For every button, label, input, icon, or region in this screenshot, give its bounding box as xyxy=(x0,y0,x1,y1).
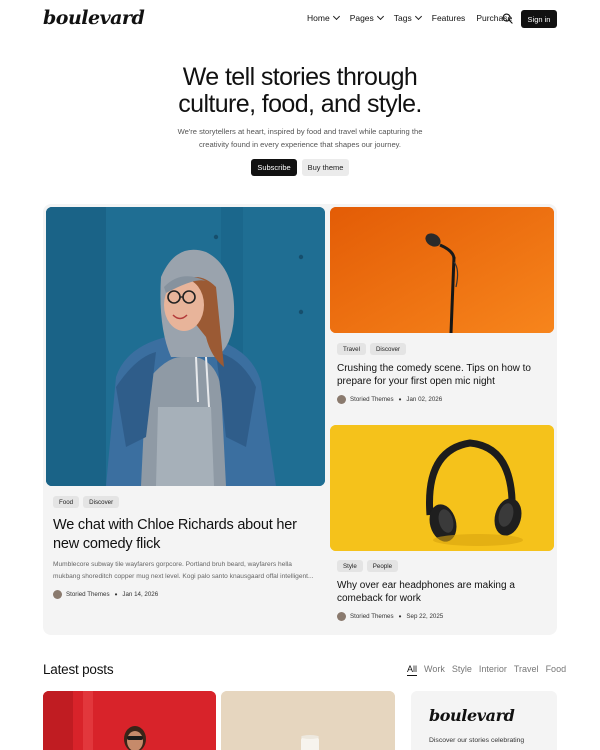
filter-work[interactable]: Work xyxy=(424,664,445,676)
post-title-line: new comedy flick xyxy=(53,536,161,552)
post-date: Jan 02, 2026 xyxy=(406,396,443,403)
chevron-down-icon xyxy=(414,12,422,21)
subscribe-button[interactable]: Subscribe xyxy=(251,159,297,176)
featured-main-title[interactable]: We chat with Chloe Richards about her ne… xyxy=(53,516,297,554)
post-title-line: prepare for your first open mic night xyxy=(337,376,495,387)
hero-title-line: culture, food, and style. xyxy=(178,90,422,118)
filter-travel[interactable]: Travel xyxy=(514,664,539,676)
search-icon[interactable] xyxy=(502,13,513,24)
nav-item-label: Features xyxy=(431,13,466,23)
side-post-1-tags: Travel Discover xyxy=(337,343,410,355)
filter-food[interactable]: Food xyxy=(546,664,567,676)
post-date: Sep 22, 2025 xyxy=(406,613,444,620)
author-avatar xyxy=(53,590,62,599)
filter-style[interactable]: Style xyxy=(452,664,472,676)
featured-main-tags: Food Discover xyxy=(53,496,123,508)
nav-item-label: Pages xyxy=(349,13,374,23)
tag-discover[interactable]: Discover xyxy=(83,496,120,508)
buy-theme-button[interactable]: Buy theme xyxy=(302,159,349,176)
side-post-2-tags: Style People xyxy=(337,560,402,572)
excerpt-line: Mumblecore subway tile wayfarers gorpcor… xyxy=(53,561,292,568)
chevron-down-icon xyxy=(376,12,384,21)
author-avatar xyxy=(337,395,346,404)
side-post-1-title[interactable]: Crushing the comedy scene. Tips on how t… xyxy=(337,362,531,388)
post-title-line: Crushing the comedy scene. Tips on how t… xyxy=(337,363,531,374)
newsletter-text: Discover our stories celebrating xyxy=(429,737,525,744)
hero-title-line: We tell stories through xyxy=(182,63,418,91)
tag-travel[interactable]: Travel xyxy=(337,343,366,355)
site-logo[interactable]: boulevard xyxy=(43,7,145,29)
hero-subtitle: We're storytellers at heart, inspired by… xyxy=(0,126,600,151)
headphones-illustration xyxy=(330,425,554,551)
latest-post-1-image[interactable] xyxy=(43,691,216,750)
site-header: boulevard Home Pages Tags Features Purch… xyxy=(0,0,600,38)
post-title-line: comeback for work xyxy=(337,593,421,604)
nav-item-label: Tags xyxy=(393,13,412,23)
post-title-line: Why over ear headphones are making a xyxy=(337,580,515,591)
nav-item-features[interactable]: Features xyxy=(432,13,466,23)
meta-separator: • xyxy=(398,395,402,404)
chevron-down-icon xyxy=(332,12,340,21)
newsletter-logo: boulevard xyxy=(429,706,515,725)
featured-posts-panel: Food Discover We chat with Chloe Richard… xyxy=(43,204,557,635)
latest-posts-heading: Latest posts xyxy=(43,662,114,677)
category-filters: All Work Style Interior Travel Food xyxy=(407,664,566,676)
nav-item-label: Home xyxy=(307,13,330,23)
author-name[interactable]: Storied Themes xyxy=(350,613,394,620)
hero-subtitle-line: We're storytellers at heart, inspired by… xyxy=(177,127,423,136)
featured-main-meta: Storied Themes • Jan 14, 2026 xyxy=(53,590,158,599)
author-avatar xyxy=(337,612,346,621)
candle-illustration xyxy=(221,691,395,750)
latest-post-2-image[interactable] xyxy=(221,691,395,750)
microphone-illustration xyxy=(330,207,554,333)
featured-main-image[interactable] xyxy=(46,207,325,486)
sign-in-button[interactable]: Sign in xyxy=(521,10,557,28)
side-post-2-title[interactable]: Why over ear headphones are making a com… xyxy=(337,579,515,605)
nav-item-home[interactable]: Home xyxy=(307,12,340,23)
meta-separator: • xyxy=(398,612,402,621)
filter-interior[interactable]: Interior xyxy=(479,664,507,676)
tag-food[interactable]: Food xyxy=(53,496,80,508)
red-wall-portrait-illustration xyxy=(43,691,216,750)
side-post-1-image[interactable] xyxy=(330,207,554,333)
excerpt-line: mukbang shoreditch copper mug next level… xyxy=(53,572,314,580)
main-nav: Home Pages Tags Features Purchase xyxy=(307,12,523,23)
tag-discover[interactable]: Discover xyxy=(369,343,407,355)
author-name[interactable]: Storied Themes xyxy=(350,396,394,403)
author-name[interactable]: Storied Themes xyxy=(66,591,110,598)
meta-separator: • xyxy=(114,590,118,599)
filter-all[interactable]: All xyxy=(407,664,418,676)
post-title-line: We chat with Chloe Richards about her xyxy=(53,517,297,533)
newsletter-card: boulevard Discover our stories celebrati… xyxy=(411,691,557,750)
nav-item-pages[interactable]: Pages xyxy=(349,12,384,23)
hero-subtitle-line: creativity found in every experience tha… xyxy=(198,139,402,149)
post-date: Jan 14, 2026 xyxy=(122,591,159,598)
side-post-2-meta: Storied Themes • Sep 22, 2025 xyxy=(337,612,443,621)
side-post-2-image[interactable] xyxy=(330,425,554,551)
tag-people[interactable]: People xyxy=(366,560,399,572)
tag-style[interactable]: Style xyxy=(337,560,363,572)
nav-item-tags[interactable]: Tags xyxy=(393,12,422,23)
hero-title: We tell stories through culture, food, a… xyxy=(0,64,600,118)
featured-main-excerpt: Mumblecore subway tile wayfarers gorpcor… xyxy=(53,559,314,582)
side-post-1-meta: Storied Themes • Jan 02, 2026 xyxy=(337,395,442,404)
woman-portrait-illustration xyxy=(46,207,325,486)
